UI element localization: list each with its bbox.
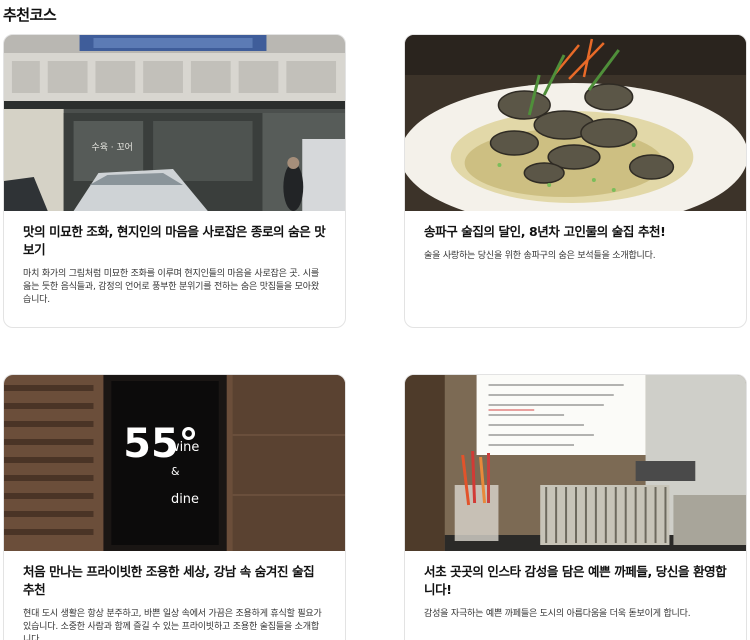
card-description: 마치 화가의 그림처럼 미묘한 조화를 이루며 현지인들의 마음을 사로잡은 곳… [23,269,319,305]
storefront-sign-text: 수육 · 꼬어 [91,142,132,153]
card-description: 술을 사랑하는 당신을 위한 송파구의 숨은 보석들을 소개합니다. [424,251,656,261]
card-title: 서초 곳곳의 인스타 감성을 담은 예쁜 까페들, 당신을 환영합니다! [424,564,727,597]
course-card-songpa[interactable]: 송파구 술집의 달인, 8년차 고인물의 술집 추천! 술을 사랑하는 당신을 … [404,34,747,328]
clam-soup-dish-photo-icon [405,35,746,211]
cafe-counter-photo-icon [405,375,746,551]
card-title: 송파구 술집의 달인, 8년차 고인물의 술집 추천! [424,224,666,239]
card-description: 감성을 자극하는 예쁜 까페들은 도시의 아름다움을 더욱 돋보이게 합니다. [424,609,691,619]
wine-bar-sign-photo-icon: 55° wine & dine [4,375,345,551]
course-card-gangnam[interactable]: 55° wine & dine 처음 만나는 프라이빗한 조용한 세상, 강남 … [3,374,346,640]
section-title: 추천코스 [3,6,57,24]
course-card-seocho[interactable]: 서초 곳곳의 인스타 감성을 담은 예쁜 까페들, 당신을 환영합니다! 감성을… [404,374,747,640]
sign-and-text: & [171,465,180,478]
card-title: 처음 만나는 프라이빗한 조용한 세상, 강남 속 숨겨진 술집 추천 [23,564,315,597]
sign-dine-text: dine [171,492,199,507]
restaurant-storefront-photo-icon: 수육 · 꼬어 [4,35,345,211]
course-card-jongno[interactable]: 수육 · 꼬어 맛의 미묘한 조화, 현지인의 마음을 사로잡은 종로의 숨은 … [3,34,346,328]
sign-wine-text: wine [169,440,199,455]
card-description: 현대 도시 생활은 항상 분주하고, 바쁜 일상 속에서 가끔은 조용하게 휴식… [23,609,322,640]
card-title: 맛의 미묘한 조화, 현지인의 마음을 사로잡은 종로의 숨은 맛보기 [23,224,326,257]
